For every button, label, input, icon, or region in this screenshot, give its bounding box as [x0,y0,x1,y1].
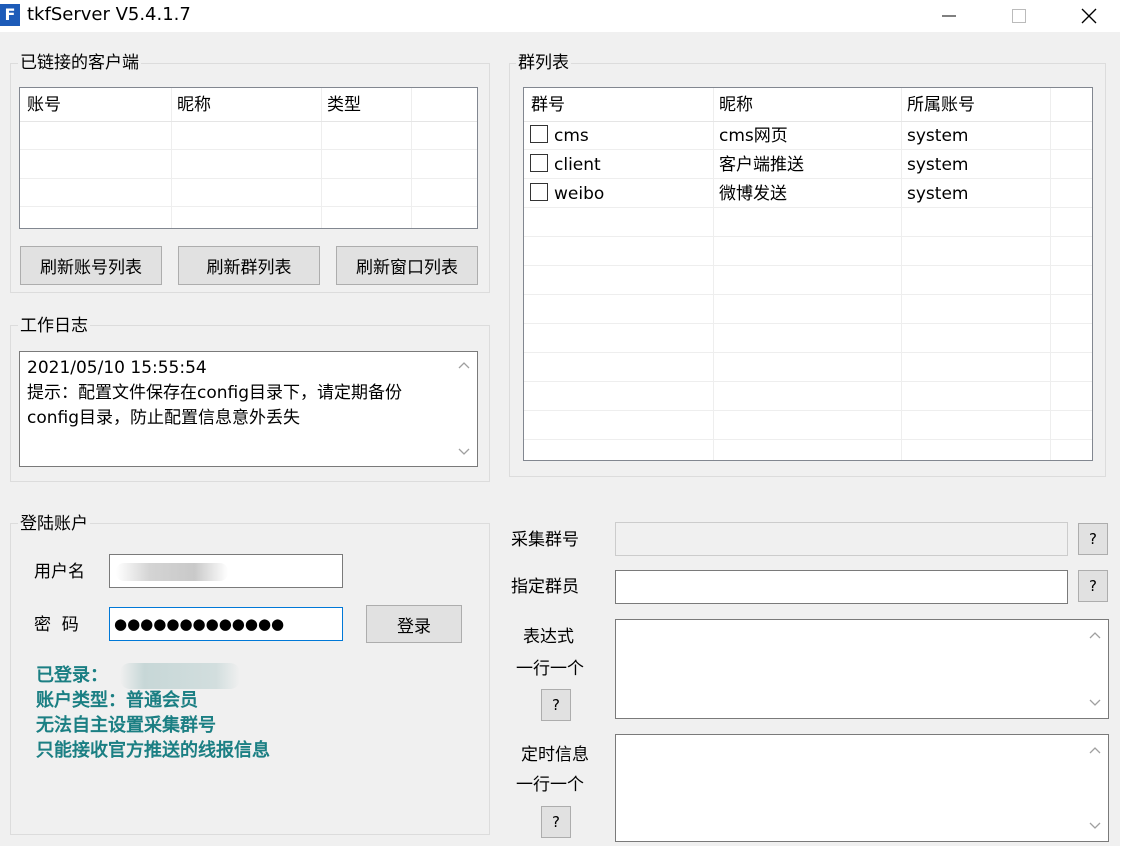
group-row-checkbox[interactable] [530,183,548,201]
login-group-title: 登陆账户 [18,513,90,535]
scroll-up-arrow[interactable] [1086,626,1104,644]
timed-message-label: 定时信息 [521,745,589,765]
timed-message-textarea[interactable] [615,734,1109,842]
group-row-checkbox[interactable] [530,154,548,172]
log-line: config目录，防止配置信息意外丢失 [27,408,301,428]
column-header-group-owner[interactable]: 所属账号 [907,94,975,116]
log-textbox[interactable]: 2021/05/10 15:55:54 提示：配置文件保存在config目录下，… [19,351,478,467]
username-label: 用户名 [34,562,85,582]
chevron-down-icon [1089,822,1101,829]
minimize-icon [942,15,956,17]
password-mask: ●●●●●●●●●●●●● [114,615,285,633]
designated-member-help-button[interactable]: ? [1078,570,1108,602]
login-button[interactable]: 登录 [366,605,462,643]
column-header-group-id[interactable]: 群号 [531,94,565,116]
collect-group-help-button[interactable]: ? [1078,523,1108,555]
designated-member-input[interactable] [615,570,1068,604]
maximize-icon [1012,9,1026,23]
group-nickname-cell: 微博发送 [719,184,787,204]
password-input[interactable]: ●●●●●●●●●●●●● [109,607,343,641]
column-header-account[interactable]: 账号 [27,94,61,116]
log-line: 提示：配置文件保存在config目录下，请定期备份 [27,383,403,403]
password-label: 密 码 [34,615,79,635]
username-input[interactable] [109,554,343,588]
column-header-nickname[interactable]: 昵称 [177,94,211,116]
group-nickname-cell: 客户端推送 [719,155,804,175]
column-header-group-nickname[interactable]: 昵称 [719,94,753,116]
group-id-cell[interactable]: client [554,154,601,176]
log-line: 2021/05/10 15:55:54 [27,358,207,378]
collect-group-label: 采集群号 [511,530,579,550]
redacted-username [116,563,228,581]
maximize-button[interactable] [990,0,1048,32]
chevron-up-icon [1089,747,1101,754]
chevron-down-icon [1089,699,1101,706]
expression-textarea[interactable] [615,619,1109,719]
groups-list[interactable]: 群号 昵称 所属账号 cms cms网页 system client 客户端推送… [523,87,1093,461]
timed-message-help-button[interactable]: ? [541,806,571,838]
expression-label: 表达式 [523,627,574,647]
minimize-button[interactable] [920,0,978,32]
window-title: tkfServer V5.4.1.7 [27,4,191,25]
chevron-down-icon [458,448,470,455]
clients-group-title: 已链接的客户端 [18,52,141,74]
logged-in-status: 已登录： [36,665,108,686]
close-icon [1081,8,1097,24]
expression-help-button[interactable]: ? [541,689,571,721]
group-owner-cell: system [907,155,969,175]
group-id-cell[interactable]: weibo [554,183,604,205]
scroll-down-arrow[interactable] [1086,817,1104,835]
scroll-up-arrow[interactable] [1086,741,1104,759]
app-icon: F [0,4,20,26]
collect-group-input [615,522,1068,556]
designated-member-label: 指定群员 [511,577,579,597]
status-note: 只能接收官方推送的线报信息 [36,740,270,761]
clients-list[interactable]: 账号 昵称 类型 [19,87,478,229]
account-type-status: 账户类型：普通会员 [36,690,198,711]
groups-group-title: 群列表 [516,52,571,74]
expression-hint: 一行一个 [516,659,584,679]
scroll-up-arrow[interactable] [455,356,473,374]
column-header-type[interactable]: 类型 [327,94,361,116]
group-id-cell[interactable]: cms [554,125,589,147]
group-row-checkbox[interactable] [530,125,548,143]
window-edge [1120,32,1126,846]
close-button[interactable] [1060,0,1118,32]
log-group-title: 工作日志 [18,315,90,337]
group-owner-cell: system [907,184,969,204]
refresh-windows-button[interactable]: 刷新窗口列表 [336,246,478,285]
refresh-accounts-button[interactable]: 刷新账号列表 [20,246,162,285]
chevron-up-icon [458,362,470,369]
redacted-account [120,663,240,689]
refresh-groups-button[interactable]: 刷新群列表 [178,246,320,285]
group-owner-cell: system [907,126,969,146]
chevron-up-icon [1089,632,1101,639]
scroll-down-arrow[interactable] [455,443,473,461]
scroll-down-arrow[interactable] [1086,694,1104,712]
timed-message-hint: 一行一个 [516,775,584,795]
status-note: 无法自主设置采集群号 [36,715,216,736]
group-nickname-cell: cms网页 [719,126,788,146]
